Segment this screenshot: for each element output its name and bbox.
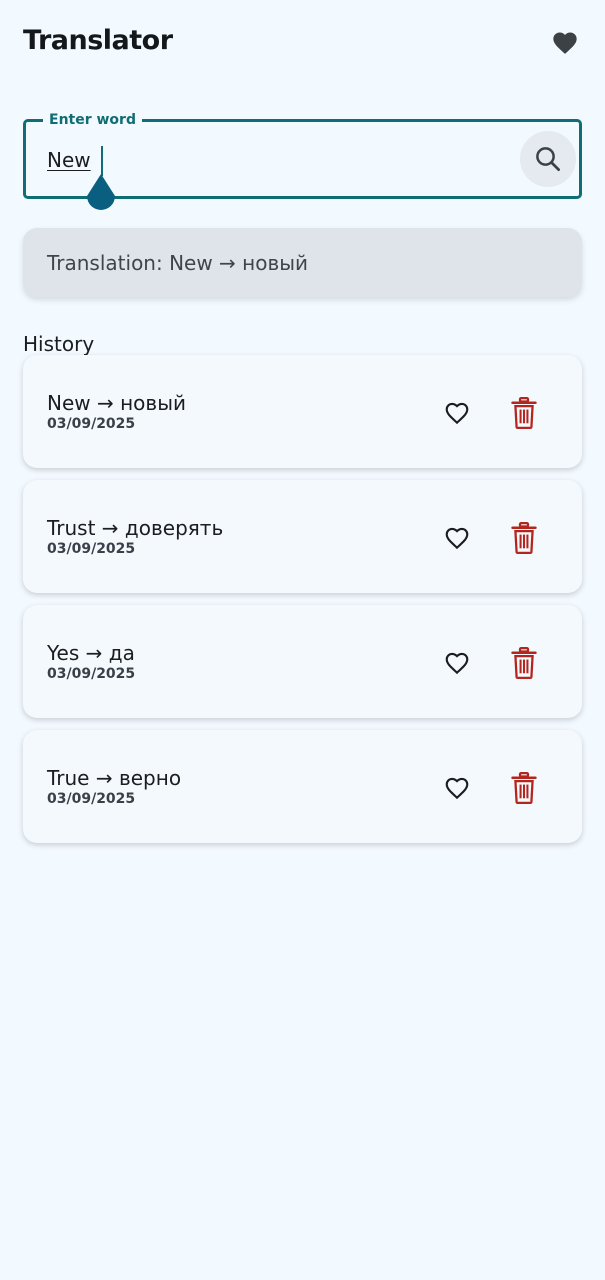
history-item-text: Trust → доверять (47, 516, 224, 540)
favorites-button[interactable] (548, 27, 582, 59)
search-button[interactable] (520, 131, 576, 187)
caret-handle-icon[interactable] (85, 174, 117, 212)
heart-outline-icon (445, 527, 469, 550)
history-item-date: 03/09/2025 (47, 541, 136, 557)
heart-outline-icon (445, 652, 469, 675)
history-item[interactable]: True → верно 03/09/2025 (23, 730, 582, 843)
history-delete-button[interactable] (509, 520, 539, 556)
heart-filled-icon (553, 32, 577, 54)
heart-outline-icon (445, 402, 469, 425)
history-favorite-button[interactable] (439, 772, 475, 804)
trash-icon (511, 397, 537, 429)
history-favorite-button[interactable] (439, 397, 475, 429)
history-item-text: New → новый (47, 391, 186, 415)
history-item[interactable]: New → новый 03/09/2025 (23, 355, 582, 468)
history-favorite-button[interactable] (439, 647, 475, 679)
word-input-field[interactable]: Enter word New (23, 111, 582, 210)
history-item-date: 03/09/2025 (47, 791, 136, 807)
translation-result-text: Translation: New → новый (47, 250, 309, 275)
app-title: Translator (23, 25, 173, 56)
search-icon (536, 147, 560, 171)
trash-icon (511, 772, 537, 804)
trash-icon (511, 647, 537, 679)
trash-icon (511, 522, 537, 554)
history-heading: History (23, 332, 95, 356)
translation-result-card: Translation: New → новый (23, 228, 582, 297)
text-caret (101, 146, 103, 176)
history-list: New → новый 03/09/2025 Trust → доверять … (23, 355, 582, 855)
heart-outline-icon (445, 777, 469, 800)
history-delete-button[interactable] (509, 395, 539, 431)
history-item-text: True → верно (47, 766, 182, 790)
history-item-date: 03/09/2025 (47, 416, 136, 432)
history-item-text: Yes → да (47, 641, 135, 665)
history-item[interactable]: Yes → да 03/09/2025 (23, 605, 582, 718)
history-delete-button[interactable] (509, 770, 539, 806)
word-input-value[interactable]: New (47, 147, 91, 173)
history-item[interactable]: Trust → доверять 03/09/2025 (23, 480, 582, 593)
input-label: Enter word (43, 111, 142, 129)
history-item-date: 03/09/2025 (47, 666, 136, 682)
history-delete-button[interactable] (509, 645, 539, 681)
history-favorite-button[interactable] (439, 522, 475, 554)
